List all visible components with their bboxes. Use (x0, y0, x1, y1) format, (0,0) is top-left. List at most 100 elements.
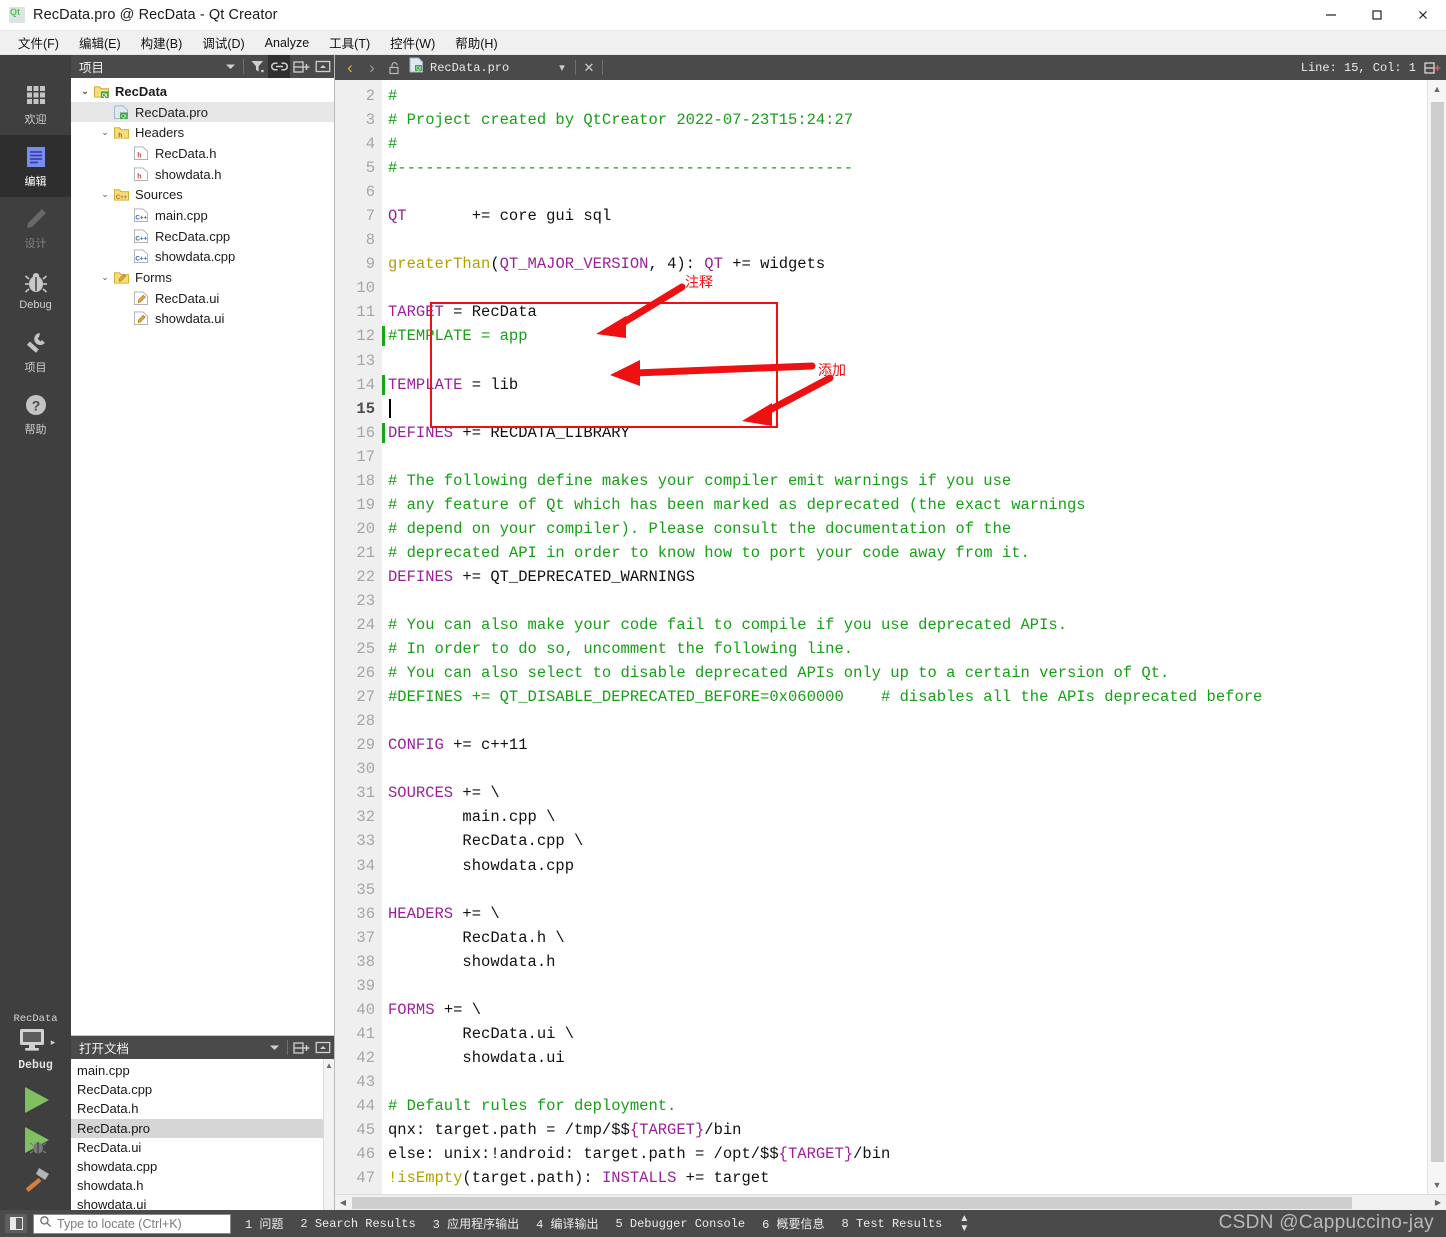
maximize-button[interactable] (1354, 0, 1400, 31)
code-line[interactable] (382, 589, 1446, 613)
code-line[interactable] (382, 276, 1446, 300)
tree-item-showdata-cpp[interactable]: C++ showdata.cpp (71, 247, 334, 268)
unlocked-icon[interactable] (383, 61, 405, 75)
chevron-down-icon[interactable]: ⌄ (97, 127, 113, 138)
code-line[interactable]: #TEMPLATE = app (382, 324, 1446, 348)
scroll-left-arrow-icon[interactable]: ◀ (335, 1198, 351, 1207)
menu-build[interactable]: 构建(B) (131, 30, 193, 55)
output-pane-button[interactable]: 2 Search Results (300, 1217, 415, 1231)
filter-icon[interactable] (246, 55, 268, 78)
locator-input[interactable]: Type to locate (Ctrl+K) (33, 1213, 231, 1234)
code-line[interactable]: # deprecated API in order to know how to… (382, 541, 1446, 565)
editor-tab-dropdown-icon[interactable]: ▾ (551, 56, 573, 79)
code-line[interactable]: DEFINES += RECDATA_LIBRARY (382, 421, 1446, 445)
scroll-up-arrow-icon[interactable]: ▲ (325, 1061, 333, 1070)
editor-tab-close-icon[interactable]: ✕ (578, 56, 600, 79)
tree-item-main-cpp[interactable]: C++ main.cpp (71, 205, 334, 226)
open-document-item[interactable]: showdata.cpp (71, 1157, 334, 1176)
split-editor-icon[interactable] (1422, 61, 1446, 75)
minimize-button[interactable] (1308, 0, 1354, 31)
close-button[interactable] (1400, 0, 1446, 31)
code-line[interactable]: main.cpp \ (382, 805, 1446, 829)
code-line[interactable]: # (382, 84, 1446, 108)
tree-item-recdata-cpp[interactable]: C++ RecData.cpp (71, 226, 334, 247)
output-pane-button[interactable]: 5 Debugger Console (616, 1217, 746, 1231)
split-icon[interactable] (290, 55, 312, 78)
hscrollbar-thumb[interactable] (352, 1197, 1352, 1209)
tree-item-showdata-ui[interactable]: showdata.ui (71, 309, 334, 330)
scrollbar-thumb[interactable] (1431, 102, 1444, 1162)
chevron-down-icon[interactable]: ⌄ (77, 86, 93, 97)
line-column-indicator[interactable]: Line: 15, Col: 1 (1301, 61, 1422, 75)
code-line[interactable]: # You can also make your code fail to co… (382, 613, 1446, 637)
output-pane-button[interactable]: 1 问题 (245, 1215, 283, 1232)
tree-item-recdata-h[interactable]: h RecData.h (71, 143, 334, 164)
tree-item-recdata-pro[interactable]: Qt RecData.pro (71, 101, 334, 123)
menu-window[interactable]: 控件(W) (380, 30, 445, 55)
code-line[interactable]: #DEFINES += QT_DISABLE_DEPRECATED_BEFORE… (382, 685, 1446, 709)
mode-button-projects[interactable]: 项目 (0, 321, 71, 383)
output-pane-button[interactable]: 4 编译输出 (536, 1215, 598, 1232)
start-debugging-button[interactable] (14, 1122, 58, 1162)
code-line[interactable] (382, 878, 1446, 902)
opendocs-dropdown-icon[interactable] (263, 1036, 285, 1059)
run-button[interactable] (14, 1082, 58, 1122)
code-line[interactable] (382, 397, 1446, 421)
code-line[interactable]: # The following define makes your compil… (382, 469, 1446, 493)
menu-help[interactable]: 帮助(H) (445, 30, 507, 55)
chevron-down-icon[interactable]: ⌄ (97, 272, 113, 283)
open-document-item[interactable]: main.cpp (71, 1061, 334, 1080)
editor-viewport[interactable]: 2 3 4 5 6 7 8 9 10 11 12 13 14 15 16 17 18 19 20 21 22 23 24 25… (335, 80, 1446, 1194)
code-line[interactable] (382, 228, 1446, 252)
code-line[interactable]: # any feature of Qt which has been marke… (382, 493, 1446, 517)
code-line[interactable] (382, 180, 1446, 204)
editor-tab[interactable]: Qt RecData.pro ▾ ✕ (409, 56, 605, 79)
tree-item-sources[interactable]: ⌄ C++ Sources (71, 184, 334, 205)
code-line[interactable] (382, 349, 1446, 373)
tree-item-recdata[interactable]: ⌄ Qt RecData (71, 81, 334, 102)
chevron-down-icon[interactable]: ⌄ (97, 189, 113, 200)
tree-item-forms[interactable]: ⌄ Forms (71, 267, 334, 288)
menu-file[interactable]: 文件(F) (8, 30, 69, 55)
code-line[interactable]: #---------------------------------------… (382, 156, 1446, 180)
code-line[interactable]: TARGET = RecData (382, 300, 1446, 324)
editor-horizontal-scrollbar[interactable]: ◀ ▶ (335, 1194, 1446, 1210)
menu-edit[interactable]: 编辑(E) (69, 30, 131, 55)
output-pane-button[interactable]: 6 概要信息 (762, 1215, 824, 1232)
code-line[interactable]: qnx: target.path = /tmp/$${TARGET}/bin (382, 1118, 1446, 1142)
collapse-panel-icon[interactable] (312, 55, 334, 78)
open-document-item[interactable]: RecData.h (71, 1099, 334, 1118)
code-line[interactable]: else: unix:!android: target.path = /opt/… (382, 1142, 1446, 1166)
mode-button-debug[interactable]: Debug (0, 259, 71, 321)
open-document-item[interactable]: showdata.h (71, 1176, 334, 1195)
mode-button-edit[interactable]: 编辑 (0, 135, 71, 197)
output-pane-button[interactable]: 3 应用程序输出 (433, 1215, 519, 1232)
code-line[interactable]: TEMPLATE = lib (382, 373, 1446, 397)
open-document-item[interactable]: showdata.ui (71, 1195, 334, 1210)
tree-item-showdata-h[interactable]: h showdata.h (71, 164, 334, 185)
scroll-up-arrow-icon[interactable]: ▲ (1433, 84, 1442, 94)
code-line[interactable] (382, 757, 1446, 781)
code-line[interactable]: # (382, 132, 1446, 156)
output-pane-button[interactable]: 8 Test Results (842, 1217, 943, 1231)
code-line[interactable]: showdata.h (382, 950, 1446, 974)
code-line[interactable] (382, 1070, 1446, 1094)
editor-vertical-scrollbar[interactable]: ▲ ▼ (1427, 80, 1446, 1194)
code-line[interactable]: # depend on your compiler). Please consu… (382, 517, 1446, 541)
mode-button-help[interactable]: ? 帮助 (0, 383, 71, 445)
code-line[interactable]: # In order to do so, uncomment the follo… (382, 637, 1446, 661)
split-icon[interactable] (290, 1036, 312, 1059)
kit-selector[interactable]: ▸ (16, 1027, 55, 1058)
mode-button-welcome[interactable]: 欢迎 (0, 73, 71, 135)
scroll-right-arrow-icon[interactable]: ▶ (1430, 1198, 1446, 1207)
open-document-item[interactable]: RecData.ui (71, 1138, 334, 1157)
collapse-panel-icon[interactable] (312, 1036, 334, 1059)
sidebar-toggle-icon[interactable] (5, 1214, 27, 1233)
scroll-down-arrow-icon[interactable]: ▼ (1433, 1180, 1442, 1190)
code-line[interactable]: # You can also select to disable depreca… (382, 661, 1446, 685)
code-line[interactable]: greaterThan(QT_MAJOR_VERSION, 4): QT += … (382, 252, 1446, 276)
code-line[interactable] (382, 709, 1446, 733)
tree-item-headers[interactable]: ⌄ h Headers (71, 122, 334, 143)
project-tree[interactable]: ⌄ Qt RecData Qt RecData.pro ⌄ h Headers h RecData… (71, 78, 334, 1035)
open-document-item[interactable]: RecData.cpp (71, 1080, 334, 1099)
